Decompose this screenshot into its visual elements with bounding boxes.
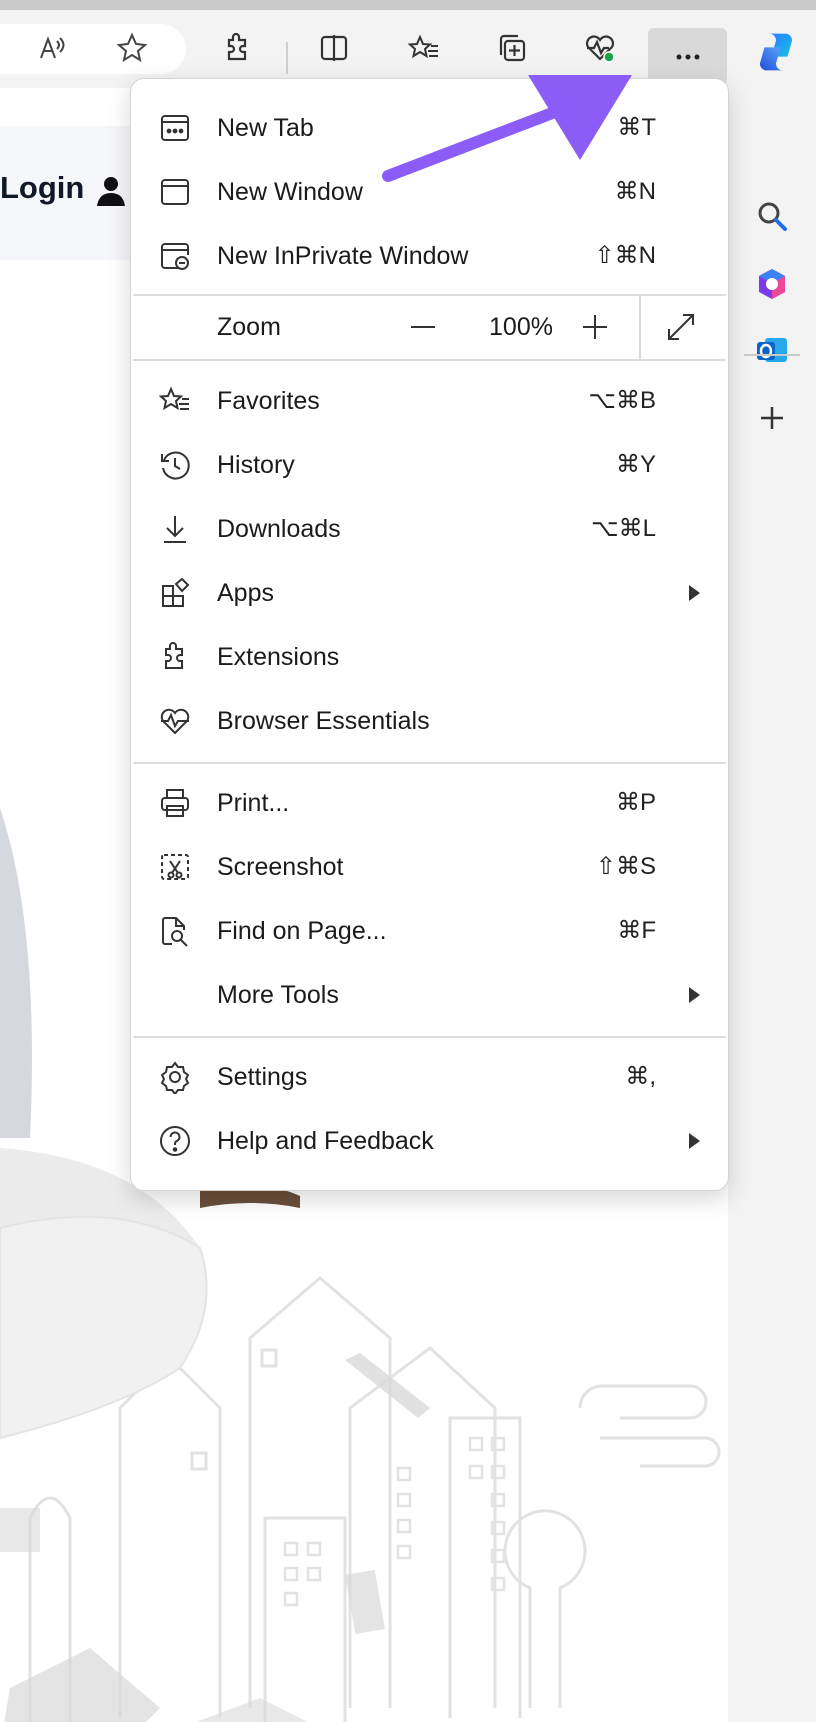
menu-item-label: New Tab (217, 114, 314, 142)
submenu-arrow-icon (689, 1133, 700, 1149)
menu-item-label: Browser Essentials (217, 707, 430, 735)
menu-item-label: More Tools (217, 981, 339, 1009)
edge-sidebar (728, 88, 816, 1722)
search-icon[interactable] (744, 188, 800, 244)
favorite-star-icon[interactable] (108, 24, 156, 72)
menu-item-favorites[interactable]: Favorites ⌥⌘B (131, 371, 728, 431)
menu-item-label: Apps (217, 579, 274, 607)
menu-separator (133, 1036, 726, 1038)
annotation-arrow (382, 75, 632, 182)
zoom-in-button[interactable] (575, 307, 615, 347)
history-icon (157, 447, 193, 483)
sidebar-divider (744, 354, 800, 356)
menu-separator (133, 762, 726, 764)
menu-item-label: Settings (217, 1063, 308, 1091)
minus-icon (411, 326, 435, 328)
extensions-icon (157, 639, 193, 675)
submenu-arrow-icon (689, 987, 700, 1003)
placeholder (744, 88, 800, 144)
zoom-divider (639, 295, 641, 359)
zoom-label: Zoom (217, 313, 281, 341)
menu-item-shortcut: ⌥⌘L (590, 515, 656, 542)
menu-item-label: History (217, 451, 295, 479)
menu-item-shortcut: ⌘F (617, 917, 656, 944)
menu-item-apps[interactable]: Apps (131, 563, 728, 623)
menu-item-label: New InPrivate Window (217, 242, 469, 270)
menu-item-browser-essentials[interactable]: Browser Essentials (131, 691, 728, 751)
expand-icon (668, 314, 694, 340)
full-screen-button[interactable] (661, 307, 701, 347)
menu-item-shortcut: ⇧⌘N (594, 242, 656, 269)
settings-and-more-menu: New Tab ⌘T New Window ⌘N New InPrivate W… (130, 78, 729, 1191)
new-tab-icon (157, 110, 193, 146)
plus-icon (583, 315, 607, 339)
outlook-icon[interactable] (744, 322, 800, 378)
menu-item-settings[interactable]: Settings ⌘, (131, 1047, 728, 1107)
menu-item-new-inprivate-window[interactable]: New InPrivate Window ⇧⌘N (131, 226, 728, 286)
new-window-icon (157, 174, 193, 210)
login-link[interactable]: Login (0, 170, 84, 206)
read-aloud-icon[interactable] (28, 24, 76, 72)
menu-item-label: Find on Page... (217, 917, 387, 945)
menu-item-shortcut: ⌘P (615, 789, 656, 816)
extensions-icon[interactable] (214, 24, 262, 72)
menu-item-history[interactable]: History ⌘Y (131, 435, 728, 495)
print-icon (157, 785, 193, 821)
menu-item-label: Extensions (217, 643, 340, 671)
toolbar-divider (286, 42, 288, 74)
find-icon (157, 913, 193, 949)
menu-item-help-and-feedback[interactable]: Help and Feedback (131, 1111, 728, 1171)
apps-icon (157, 575, 193, 611)
download-icon (157, 511, 193, 547)
menu-separator (133, 359, 726, 361)
user-icon[interactable] (94, 174, 128, 208)
inprivate-icon (157, 238, 193, 274)
split-screen-icon[interactable] (310, 24, 358, 72)
menu-item-label: New Window (217, 178, 363, 206)
menu-item-print[interactable]: Print... ⌘P (131, 773, 728, 833)
help-icon (157, 1123, 193, 1159)
copilot-icon[interactable] (748, 24, 804, 80)
browser-essentials-icon (157, 703, 193, 739)
menu-item-shortcut: ⌘, (625, 1063, 656, 1090)
zoom-out-button[interactable] (403, 307, 443, 347)
favorites-icon (157, 383, 193, 419)
menu-item-label: Downloads (217, 515, 341, 543)
add-icon[interactable] (744, 390, 800, 446)
zoom-level: 100% (489, 313, 553, 341)
microsoft-365-icon[interactable] (744, 256, 800, 312)
menu-item-label: Help and Feedback (217, 1127, 434, 1155)
menu-item-more-tools[interactable]: More Tools (131, 965, 728, 1025)
menu-item-shortcut: ⇧⌘S (595, 853, 656, 880)
zoom-row: Zoom 100% (131, 295, 728, 359)
submenu-arrow-icon (689, 585, 700, 601)
menu-item-shortcut: ⌥⌘B (588, 387, 656, 414)
menu-item-shortcut: ⌘Y (615, 451, 656, 478)
menu-item-extensions[interactable]: Extensions (131, 627, 728, 687)
window-top-edge (0, 0, 816, 10)
menu-item-screenshot[interactable]: Screenshot ⇧⌘S (131, 837, 728, 897)
menu-item-label: Print... (217, 789, 290, 817)
menu-item-downloads[interactable]: Downloads ⌥⌘L (131, 499, 728, 559)
settings-icon (157, 1059, 193, 1095)
screenshot-icon (157, 849, 193, 885)
menu-item-label: Screenshot (217, 853, 344, 881)
menu-item-find-on-page[interactable]: Find on Page... ⌘F (131, 901, 728, 961)
menu-item-label: Favorites (217, 387, 320, 415)
more-icon (676, 54, 699, 60)
